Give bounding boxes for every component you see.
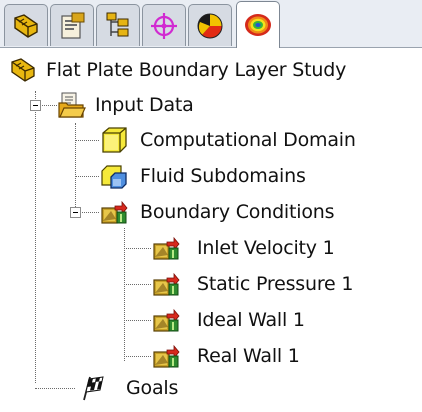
collapse-toggle-input-data[interactable] xyxy=(30,100,41,111)
tree-node-inlet-velocity[interactable]: Inlet Velocity 1 xyxy=(151,231,335,265)
boundary-condition-icon xyxy=(151,305,181,335)
tree-node-static-pressure[interactable]: Static Pressure 1 xyxy=(151,267,353,301)
tree-connector xyxy=(75,140,99,141)
computational-domain-icon xyxy=(99,125,129,155)
tree-connector xyxy=(124,248,151,249)
tree-connector xyxy=(40,105,57,106)
tree-connector xyxy=(75,176,99,177)
tree-node-label: Inlet Velocity 1 xyxy=(197,237,335,259)
tree-connector xyxy=(124,356,151,357)
dimxpert-manager-icon xyxy=(148,10,180,42)
tree-connector xyxy=(75,123,76,207)
tree-node-boundary-conditions[interactable]: Boundary Conditions xyxy=(99,195,335,229)
tree-node-study[interactable]: Flat Plate Boundary Layer Study xyxy=(8,53,346,87)
input-data-folder-icon xyxy=(57,90,87,120)
boundary-condition-icon xyxy=(151,269,181,299)
tree-node-label: Static Pressure 1 xyxy=(197,273,354,295)
boundary-condition-icon xyxy=(151,233,181,263)
display-manager-icon xyxy=(194,10,226,42)
study-icon xyxy=(8,55,38,85)
boundary-conditions-icon xyxy=(99,197,129,227)
tree-node-label: Flat Plate Boundary Layer Study xyxy=(46,59,347,81)
tree-connector xyxy=(35,388,75,389)
tab-display-manager[interactable] xyxy=(188,4,232,46)
checkered-flag-icon xyxy=(78,373,108,403)
tree-node-real-wall[interactable]: Real Wall 1 xyxy=(151,339,300,373)
tab-configuration-manager[interactable] xyxy=(96,4,140,46)
boundary-condition-icon xyxy=(151,341,181,371)
tab-flow-simulation-analysis-tree[interactable] xyxy=(236,1,280,48)
tree-node-label: Fluid Subdomains xyxy=(140,165,306,187)
tree-connector xyxy=(124,320,151,321)
tree-node-label: Ideal Wall 1 xyxy=(197,309,305,331)
tree-node-label: Goals xyxy=(126,377,179,399)
tree-node-label: Real Wall 1 xyxy=(197,345,300,367)
collapse-toggle-boundary-conditions[interactable] xyxy=(70,207,81,218)
analysis-tree: Flat Plate Boundary Layer Study Input Da… xyxy=(0,48,422,412)
tree-node-label: Computational Domain xyxy=(140,129,356,151)
tab-feature-manager[interactable] xyxy=(4,4,48,46)
tab-property-manager[interactable] xyxy=(50,4,94,46)
feature-manager-icon xyxy=(10,10,42,42)
tree-node-goals[interactable]: Goals xyxy=(78,371,178,405)
tab-dimxpert-manager[interactable] xyxy=(142,4,186,46)
tree-connector xyxy=(80,212,99,213)
tree-connector xyxy=(124,284,151,285)
manager-tab-bar xyxy=(0,0,422,48)
tree-node-label: Boundary Conditions xyxy=(140,201,335,223)
fluid-subdomains-icon xyxy=(99,161,129,191)
configuration-manager-icon xyxy=(102,10,134,42)
flow-simulation-analysis-tree-icon xyxy=(242,9,274,41)
tree-connector xyxy=(35,91,36,383)
tree-node-input-data[interactable]: Input Data xyxy=(57,88,194,122)
tree-node-label: Input Data xyxy=(95,94,194,116)
tree-node-fluid-subdomains[interactable]: Fluid Subdomains xyxy=(99,159,306,193)
tree-node-computational-domain[interactable]: Computational Domain xyxy=(99,123,356,157)
property-manager-icon xyxy=(56,10,88,42)
tree-node-ideal-wall[interactable]: Ideal Wall 1 xyxy=(151,303,305,337)
